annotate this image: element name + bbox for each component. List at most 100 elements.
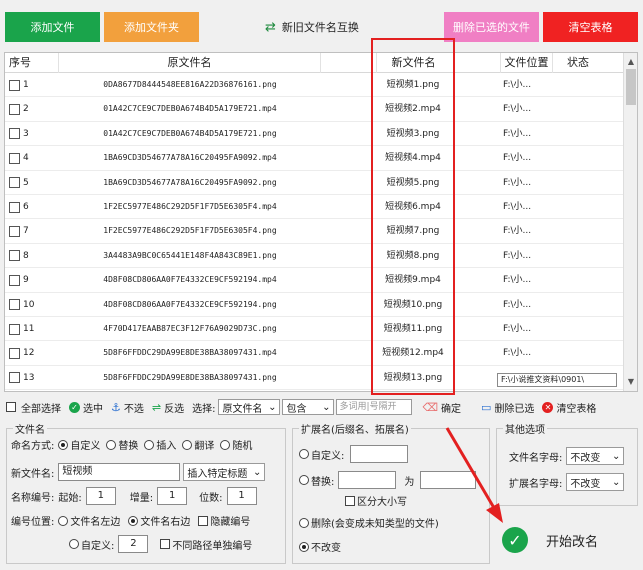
- row-checkbox[interactable]: [9, 299, 20, 311]
- mode-translate-radio[interactable]: 翻译: [182, 437, 214, 452]
- ext-delete-radio[interactable]: 删除(会变成未知类型的文件): [299, 515, 439, 530]
- scroll-thumb[interactable]: [626, 69, 636, 105]
- increment-input[interactable]: 1: [157, 487, 188, 505]
- table-row[interactable]: 8 3A4483A9BC0C65441E148F4A843C89E1.png 短视频…: [5, 244, 623, 269]
- row-checkbox[interactable]: [9, 177, 20, 189]
- row-checkbox[interactable]: [9, 128, 20, 140]
- add-file-button[interactable]: 添加文件: [5, 12, 100, 42]
- scroll-up-icon[interactable]: ▲: [624, 55, 637, 69]
- custom-position-input[interactable]: 2: [118, 535, 149, 553]
- ext-custom-input[interactable]: [350, 445, 409, 463]
- table-row[interactable]: 4 1BA69CD3D54677A78A16C20495FA9092.mp4 短视频…: [5, 146, 623, 171]
- table-row[interactable]: 5 1BA69CD3D54677A78A16C20495FA9092.png 短视频…: [5, 171, 623, 195]
- separate-path-checkbox[interactable]: 不同路径单独编号: [160, 537, 252, 552]
- row-index[interactable]: 9: [9, 268, 57, 292]
- select-all-label: 全部选择: [21, 403, 61, 415]
- scroll-down-icon[interactable]: ▼: [624, 375, 637, 389]
- table-row[interactable]: 10 4D8F08CD806AA0F7E4332CE9CF592194.png 短视…: [5, 293, 623, 317]
- separate-path-label: 不同路径单独编号: [172, 540, 253, 552]
- pos-right-radio[interactable]: 文件名右边: [128, 513, 190, 528]
- row-checkbox[interactable]: [9, 250, 20, 262]
- pos-custom-radio[interactable]: 自定义:: [69, 537, 114, 552]
- field-select-value: 原文件名: [222, 403, 263, 415]
- location-cell: F:\小...: [503, 128, 532, 139]
- digits-label: 位数:: [199, 492, 223, 504]
- row-index[interactable]: 12: [9, 341, 57, 365]
- col-spacer: [321, 53, 377, 73]
- table-row[interactable]: 3 01A42C7CE9C7DEB0A674B4D5A179E721.png 短视频…: [5, 122, 623, 147]
- row-index[interactable]: 1: [9, 73, 57, 97]
- row-index[interactable]: 11: [9, 317, 57, 341]
- original-name-cell: 0DA8677D8444548EE816A22D36876161.png: [103, 80, 277, 89]
- mode-replace-radio[interactable]: 替换: [106, 437, 138, 452]
- filter-input[interactable]: 多词用|号隔开: [336, 399, 413, 415]
- table-row[interactable]: 6 1F2EC5977E486C292D5F1F7D5E6305F4.mp4 短视频…: [5, 195, 623, 220]
- row-checkbox[interactable]: [9, 347, 20, 359]
- other-options-group: 其他选项 文件名字母: 不改变 ⌄ 扩展名字母: 不改变 ⌄: [496, 421, 638, 506]
- row-index[interactable]: 13: [9, 366, 57, 390]
- ext-replace-to-input[interactable]: [420, 471, 477, 489]
- row-index[interactable]: 8: [9, 244, 57, 268]
- clear-table-button[interactable]: ✕ 清空表格: [542, 400, 596, 415]
- table-row[interactable]: 11 4F70D417EAAB87EC3F12F76A9029D73C.png 短视…: [5, 317, 623, 342]
- row-number: 9: [23, 275, 29, 286]
- new-name-cell: 短视频4.mp4: [385, 153, 441, 164]
- row-checkbox[interactable]: [9, 152, 20, 164]
- row-checkbox[interactable]: [9, 323, 20, 335]
- start-rename-button[interactable]: ✓ 开始改名: [496, 518, 634, 562]
- row-index[interactable]: 10: [9, 293, 57, 317]
- row-index[interactable]: 3: [9, 122, 57, 146]
- row-index[interactable]: 5: [9, 171, 57, 195]
- mode-insert-radio[interactable]: 插入: [144, 437, 176, 452]
- invert-button[interactable]: ⇌ 反选: [152, 400, 184, 415]
- select-all-checkbox[interactable]: 全部选择: [6, 400, 61, 415]
- row-checkbox[interactable]: [9, 274, 20, 286]
- clear-table-top-button[interactable]: 清空表格: [543, 12, 638, 42]
- ext-replace-radio[interactable]: 替换:: [299, 473, 334, 488]
- row-index[interactable]: 6: [9, 195, 57, 219]
- position-row: 编号位置: 文件名左边 文件名右边 隐藏编号: [11, 513, 250, 528]
- insert-title-select[interactable]: 插入特定标题 ⌄: [183, 463, 266, 481]
- add-folder-button[interactable]: 添加文件夹: [104, 12, 199, 42]
- filename-case-select[interactable]: 不改变 ⌄: [566, 447, 625, 465]
- table-row[interactable]: 7 1F2EC5977E486C292D5F1F7D5E6305F4.png 短视频…: [5, 219, 623, 244]
- ext-case-select[interactable]: 不改变 ⌄: [566, 473, 625, 491]
- row-index[interactable]: 7: [9, 219, 57, 243]
- row-checkbox[interactable]: [9, 225, 20, 237]
- row-checkbox[interactable]: [9, 201, 20, 213]
- delete-selected-files-button[interactable]: 删除已选的文件: [444, 12, 539, 42]
- row-checkbox[interactable]: [9, 79, 20, 91]
- match-select[interactable]: 包含 ⌄: [282, 399, 335, 415]
- field-select[interactable]: 原文件名 ⌄: [218, 399, 281, 415]
- row-checkbox[interactable]: [9, 372, 20, 384]
- ext-custom-radio[interactable]: 自定义:: [299, 447, 344, 462]
- select-button[interactable]: ✓ 选中: [69, 400, 103, 415]
- hide-number-checkbox[interactable]: 隐藏编号: [198, 513, 250, 528]
- start-input[interactable]: 1: [85, 487, 116, 505]
- col-new-name: 新文件名: [377, 53, 501, 73]
- delete-selected-button[interactable]: ▭ 删除已选: [481, 400, 534, 415]
- row-index[interactable]: 4: [9, 146, 57, 170]
- row-index[interactable]: 2: [9, 97, 57, 121]
- mode-random-radio[interactable]: 随机: [220, 437, 252, 452]
- row-checkbox[interactable]: [9, 103, 20, 115]
- col-status: 状态: [567, 56, 589, 69]
- invert-label: 反选: [164, 403, 185, 415]
- table-row[interactable]: 2 01A42C7CE9C7DEB0A674B4D5A179E721.mp4 短视频…: [5, 97, 623, 122]
- new-name-input[interactable]: 短视频: [58, 463, 181, 481]
- digits-input[interactable]: 1: [226, 487, 257, 505]
- pos-left-radio[interactable]: 文件名左边: [58, 513, 120, 528]
- case-sensitive-checkbox[interactable]: 区分大小写: [345, 493, 407, 508]
- table-row[interactable]: 1 0DA8677D8444548EE816A22D36876161.png 短视频…: [5, 73, 623, 98]
- table-scrollbar[interactable]: ▲ ▼: [623, 53, 637, 391]
- table-row[interactable]: 9 4D8F08CD806AA0F7E4332CE9CF592194.mp4 短视频…: [5, 268, 623, 293]
- swap-names-button[interactable]: ⇄ 新旧文件名互换: [265, 12, 375, 42]
- table-row[interactable]: 12 5D8F6FFDDC29DA99E8DE38BA38097431.mp4 短视…: [5, 341, 623, 366]
- ext-replace-from-input[interactable]: [338, 471, 397, 489]
- confirm-button[interactable]: ⌫ 确定: [422, 400, 461, 415]
- ext-nochange-radio[interactable]: 不改变: [299, 539, 341, 554]
- new-name-cell: 短视频12.mp4: [382, 348, 444, 359]
- deselect-button[interactable]: ⚓ 不选: [111, 400, 144, 415]
- new-name-cell: 短视频1.png: [386, 80, 440, 90]
- mode-custom-radio[interactable]: 自定义: [58, 437, 100, 452]
